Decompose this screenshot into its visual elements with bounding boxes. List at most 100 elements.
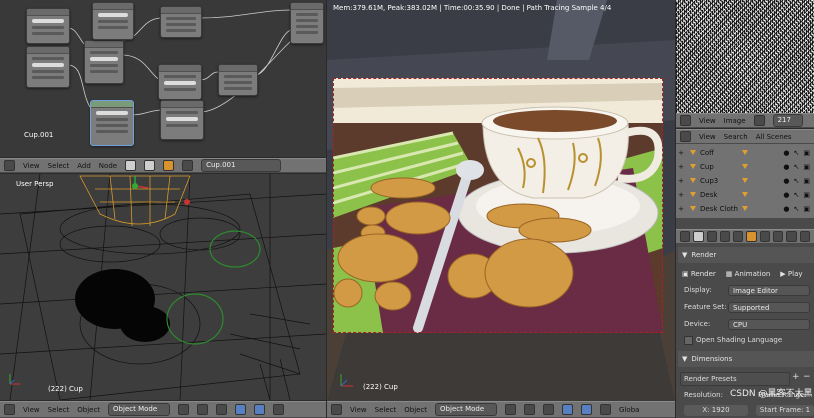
- data-tab-icon[interactable]: [786, 231, 797, 242]
- translate-icon[interactable]: [562, 404, 574, 415]
- node-box[interactable]: [158, 64, 202, 100]
- start-frame-field[interactable]: Start Frame: 1: [756, 405, 814, 416]
- cursor-icon[interactable]: ↖: [794, 163, 800, 171]
- node-box[interactable]: [290, 2, 324, 44]
- menu-search[interactable]: Search: [724, 133, 748, 141]
- render-viewport[interactable]: Mem:379.61M, Peak:383.02M | Time:00:35.9…: [327, 0, 675, 401]
- rotate-icon[interactable]: [254, 404, 266, 415]
- menu-view[interactable]: View: [23, 162, 40, 170]
- editor-type-icon[interactable]: [4, 160, 15, 171]
- cursor-icon[interactable]: ↖: [794, 205, 800, 213]
- camera-icon[interactable]: ▣: [803, 177, 810, 185]
- pivot-icon[interactable]: [524, 404, 536, 415]
- modifiers-tab-icon[interactable]: [773, 231, 784, 242]
- editor-type-icon[interactable]: [680, 231, 691, 242]
- material-name-field[interactable]: Cup.001: [201, 159, 282, 172]
- image-name-field[interactable]: 217: [772, 114, 803, 127]
- node-box[interactable]: [92, 2, 134, 40]
- feature-set-dropdown[interactable]: Supported: [728, 302, 810, 313]
- eye-icon[interactable]: ●: [783, 191, 789, 199]
- menu-add[interactable]: Add: [77, 162, 91, 170]
- editor-type-icon[interactable]: [680, 131, 691, 142]
- eye-icon[interactable]: ●: [783, 149, 789, 157]
- camera-icon[interactable]: ▣: [803, 149, 810, 157]
- render-tab-icon[interactable]: [693, 231, 704, 242]
- sphere-icon[interactable]: [182, 160, 194, 171]
- eye-icon[interactable]: ●: [783, 163, 789, 171]
- mode-dropdown[interactable]: Object Mode: [108, 403, 171, 416]
- editor-type-icon[interactable]: [331, 404, 342, 415]
- mode-dropdown[interactable]: Object Mode: [435, 403, 498, 416]
- menu-view[interactable]: View: [350, 406, 367, 414]
- display-dropdown[interactable]: Image Editor: [728, 285, 810, 296]
- node-box[interactable]: [160, 6, 202, 38]
- render-button[interactable]: ▣ Render: [682, 270, 716, 278]
- world-tab-icon[interactable]: [733, 231, 744, 242]
- scene-tab-icon[interactable]: [719, 231, 731, 242]
- material-tab-icon[interactable]: [799, 231, 810, 242]
- outliner-row[interactable]: + Desk Cloth ● ↖ ▣: [676, 202, 814, 215]
- texture-icon[interactable]: [144, 160, 156, 171]
- scenes-dropdown[interactable]: All Scenes: [756, 133, 792, 141]
- osl-checkbox[interactable]: [684, 336, 693, 345]
- camera-icon[interactable]: ▣: [803, 163, 810, 171]
- dimensions-section-header[interactable]: ▼ Dimensions: [678, 351, 814, 367]
- play-button[interactable]: ▶ Play: [780, 270, 802, 278]
- menu-view[interactable]: View: [699, 117, 716, 125]
- menu-select[interactable]: Select: [48, 406, 70, 414]
- menu-view[interactable]: View: [699, 133, 716, 141]
- rotate-icon[interactable]: [581, 404, 593, 415]
- node-box[interactable]: [84, 40, 124, 84]
- node-box[interactable]: [160, 100, 204, 140]
- camera-icon[interactable]: ▣: [803, 205, 810, 213]
- render-region-border[interactable]: [333, 78, 663, 333]
- node-editor[interactable]: Cup.001: [0, 0, 326, 157]
- node-box[interactable]: [218, 64, 258, 96]
- editor-type-icon[interactable]: [680, 115, 691, 126]
- menu-view[interactable]: View: [23, 406, 40, 414]
- outliner-row[interactable]: + Cup ● ↖ ▣: [676, 160, 814, 173]
- material-icon[interactable]: [163, 160, 175, 171]
- outliner-row[interactable]: + Coff ● ↖ ▣: [676, 146, 814, 159]
- outliner-row[interactable]: + Cup3 ● ↖ ▣: [676, 174, 814, 187]
- image-browse-icon[interactable]: [753, 115, 765, 126]
- shading-icon[interactable]: [178, 404, 190, 415]
- layers-tab-icon[interactable]: [706, 231, 717, 242]
- remove-preset-button[interactable]: −: [803, 372, 811, 382]
- node-box[interactable]: [26, 8, 70, 44]
- cursor-icon[interactable]: ↖: [794, 177, 800, 185]
- menu-node[interactable]: Node: [99, 162, 117, 170]
- menu-select[interactable]: Select: [375, 406, 397, 414]
- eye-icon[interactable]: ●: [783, 205, 789, 213]
- render-section-header[interactable]: ▼ Render: [678, 247, 814, 263]
- shading-icon[interactable]: [505, 404, 517, 415]
- image-editor-canvas[interactable]: [676, 0, 814, 113]
- scale-icon[interactable]: [600, 404, 612, 415]
- viewport-3d[interactable]: User Persp (222) Cup: [0, 174, 326, 400]
- x-resolution-field[interactable]: X: 1920: [684, 405, 748, 416]
- add-preset-button[interactable]: +: [792, 372, 800, 382]
- object-tab-icon[interactable]: [746, 231, 757, 242]
- menu-image[interactable]: Image: [724, 117, 746, 125]
- camera-icon[interactable]: ▣: [803, 191, 810, 199]
- animation-button[interactable]: ▦ Animation: [726, 270, 771, 278]
- render-presets-dropdown[interactable]: Render Presets: [680, 372, 790, 386]
- constraints-tab-icon[interactable]: [759, 231, 771, 242]
- node-box[interactable]: [90, 100, 134, 146]
- scale-icon[interactable]: [273, 404, 285, 415]
- manipulator-icon[interactable]: [543, 404, 555, 415]
- menu-object[interactable]: Object: [404, 406, 427, 414]
- shader-icon[interactable]: [125, 160, 137, 171]
- node-box[interactable]: [26, 46, 70, 88]
- editor-type-icon[interactable]: [4, 404, 15, 415]
- eye-icon[interactable]: ●: [783, 177, 789, 185]
- translate-icon[interactable]: [235, 404, 247, 415]
- menu-object[interactable]: Object: [77, 406, 100, 414]
- pivot-icon[interactable]: [197, 404, 209, 415]
- outliner-row[interactable]: + Desk ● ↖ ▣: [676, 188, 814, 201]
- cursor-icon[interactable]: ↖: [794, 191, 800, 199]
- orientation-dropdown[interactable]: Globa: [619, 406, 639, 414]
- cursor-icon[interactable]: ↖: [794, 149, 800, 157]
- device-dropdown[interactable]: CPU: [728, 319, 810, 330]
- manipulator-icon[interactable]: [216, 404, 228, 415]
